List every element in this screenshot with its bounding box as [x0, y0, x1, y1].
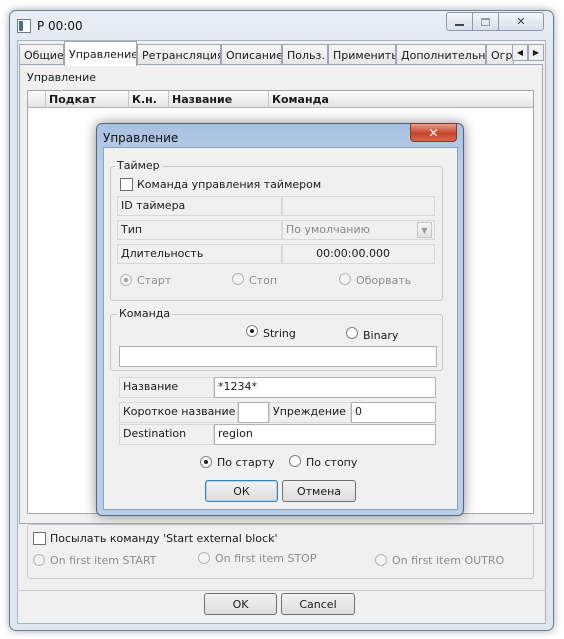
- section-label: Управление: [27, 71, 97, 84]
- short-name-label: Короткое название: [119, 402, 238, 423]
- radio-string[interactable]: [246, 325, 258, 337]
- dialog-close-button[interactable]: ✕: [410, 123, 457, 142]
- radio-selected-dot: [124, 278, 128, 282]
- cancel-button[interactable]: Cancel: [281, 593, 355, 615]
- column-header-command[interactable]: Команда: [268, 91, 533, 108]
- command-group-label: Команда: [117, 307, 173, 320]
- type-label: Тип: [117, 220, 282, 240]
- tab-additional[interactable]: Дополнительно: [396, 44, 486, 65]
- column-header-subcat[interactable]: Подкат: [45, 91, 128, 108]
- radio-binary-label: Binary: [363, 329, 399, 342]
- type-select[interactable]: По умолчанию: [282, 220, 435, 240]
- radio-abort[interactable]: [339, 273, 351, 285]
- timer-id-field[interactable]: [282, 196, 435, 216]
- app-icon: [17, 19, 31, 33]
- radio-abort-label: Оборвать: [356, 274, 412, 287]
- tab-scroll-left[interactable]: ◀: [512, 44, 528, 61]
- chevron-down-icon[interactable]: ▼: [417, 222, 432, 238]
- external-block-checkbox[interactable]: [33, 532, 46, 545]
- radio-start-label: Старт: [137, 274, 172, 287]
- radio-on-start-label: По старту: [217, 456, 275, 469]
- minimize-button[interactable]: [446, 12, 473, 31]
- external-block-label: Посылать команду 'Start external block': [50, 532, 278, 545]
- column-header-name[interactable]: Название: [168, 91, 268, 108]
- dialog-title: Управление: [103, 131, 179, 145]
- name-label: Название: [119, 377, 214, 398]
- radio-first-item-stop[interactable]: [198, 552, 210, 564]
- tab-relay[interactable]: Ретрансляция: [137, 44, 221, 65]
- radio-first-item-start[interactable]: [33, 554, 45, 566]
- timer-id-label: ID таймера: [117, 196, 282, 216]
- tab-user[interactable]: Польз.: [282, 44, 328, 65]
- radio-stop-label: Стоп: [249, 274, 278, 287]
- tab-general[interactable]: Общие: [19, 44, 64, 65]
- tab-scroll-right[interactable]: ▶: [528, 44, 544, 61]
- short-name-input[interactable]: [238, 402, 269, 423]
- duration-field[interactable]: 00:00:00.000: [282, 244, 435, 264]
- timer-control-checkbox[interactable]: [120, 178, 133, 191]
- tab-restrictions[interactable]: Огр: [486, 44, 514, 65]
- radio-first-item-outro[interactable]: [375, 554, 387, 566]
- radio-first-item-outro-label: On first item OUTRO: [392, 554, 505, 567]
- column-header-kn[interactable]: К.н.: [128, 91, 168, 108]
- footer-divider: [17, 590, 546, 591]
- close-button[interactable]: ✕: [498, 12, 544, 31]
- destination-label: Destination: [119, 424, 214, 445]
- dialog-cancel-button[interactable]: Отмена: [282, 480, 356, 502]
- radio-selected-dot: [250, 329, 254, 333]
- radio-first-item-stop-label: On first item STOP: [215, 552, 317, 565]
- maximize-icon: [481, 17, 490, 26]
- close-icon: ✕: [428, 125, 439, 140]
- maximize-button[interactable]: [472, 12, 499, 31]
- dialog-ok-button[interactable]: ОК: [205, 480, 278, 502]
- radio-string-label: String: [263, 327, 296, 340]
- ok-button[interactable]: OK: [204, 593, 277, 615]
- timer-control-label: Команда управления таймером: [137, 178, 322, 191]
- radio-on-stop[interactable]: [289, 455, 301, 467]
- name-input[interactable]: *1234*: [214, 377, 436, 398]
- radio-on-start[interactable]: [200, 456, 212, 468]
- tab-control[interactable]: Управление: [64, 41, 137, 66]
- timer-group-label: Таймер: [115, 159, 162, 172]
- tab-apply[interactable]: Применить: [328, 44, 396, 65]
- close-icon: ✕: [516, 15, 526, 28]
- tab-description[interactable]: Описание: [221, 44, 282, 65]
- radio-start[interactable]: [120, 274, 132, 286]
- radio-stop[interactable]: [232, 273, 244, 285]
- destination-input[interactable]: region: [214, 424, 436, 445]
- radio-on-stop-label: По стопу: [306, 456, 358, 469]
- type-select-value: По умолчанию: [286, 223, 370, 236]
- window-title: P 00:00: [37, 19, 83, 33]
- minimize-icon: [455, 23, 464, 26]
- radio-binary[interactable]: [346, 327, 358, 339]
- lead-input[interactable]: 0: [351, 402, 436, 423]
- command-input[interactable]: [119, 346, 437, 367]
- duration-label: Длительность: [117, 244, 282, 264]
- lead-label: Упреждение: [269, 402, 351, 423]
- radio-first-item-start-label: On first item START: [50, 554, 157, 567]
- radio-selected-dot: [204, 460, 208, 464]
